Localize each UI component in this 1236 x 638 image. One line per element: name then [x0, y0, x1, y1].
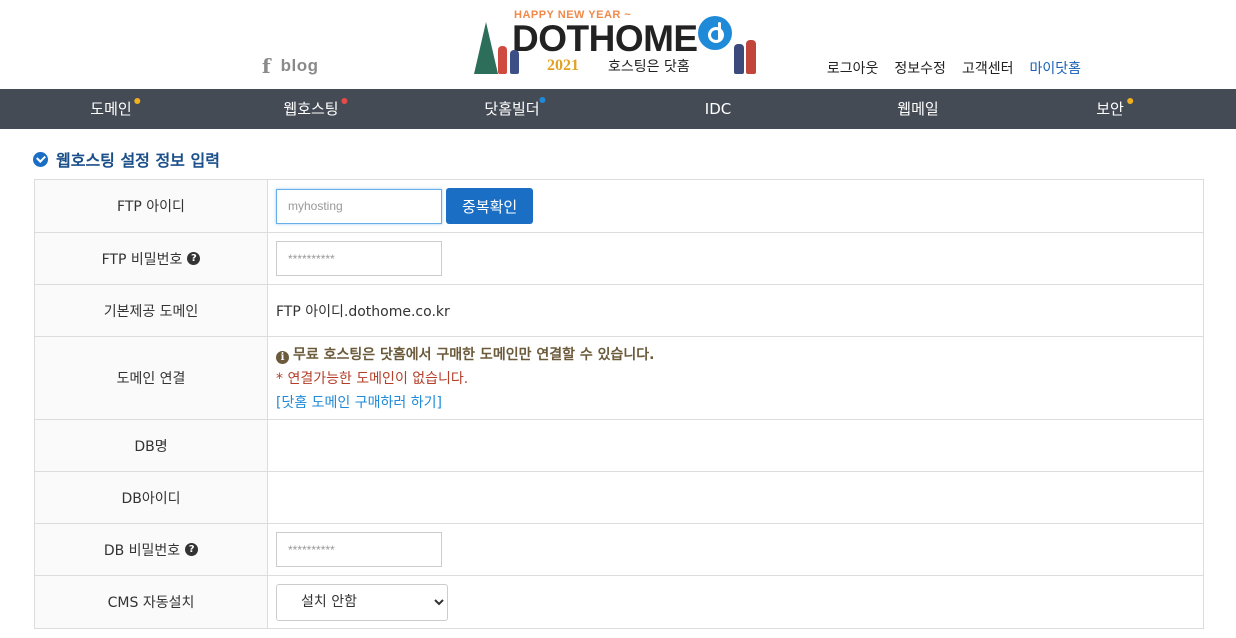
- form-row-db-password: DB 비밀번호 ?: [35, 524, 1203, 576]
- help-question-icon[interactable]: ?: [187, 252, 201, 265]
- nav-item-domain[interactable]: 도메인: [90, 89, 141, 129]
- ftp-password-input[interactable]: [276, 241, 442, 276]
- nav-item-webhosting[interactable]: 웹호스팅: [283, 89, 348, 129]
- db-name-label: DB명: [35, 420, 268, 471]
- nav-item-label: 보안: [1096, 100, 1124, 118]
- nav-item-label: 웹호스팅: [283, 100, 339, 118]
- help-question-icon[interactable]: ?: [185, 543, 199, 556]
- people-illustration-icon: [732, 36, 762, 76]
- new-dot-icon: [1126, 98, 1133, 104]
- site-header: f blog HAPPY NEW YEAR ~ DOTHOME 2021 호스팅…: [0, 0, 1236, 89]
- main-nav: 도메인 웹호스팅 닷홈빌더 IDC 웹메일 보안: [0, 89, 1236, 129]
- logo-year: 2021: [547, 57, 579, 74]
- section-heading: 웹호스팅 설정 정보 입력: [33, 147, 220, 171]
- ftp-id-label: FTP 아이디: [35, 180, 268, 232]
- form-row-cms: CMS 자동설치 설치 안함: [35, 576, 1203, 629]
- form-row-domain-connect: 도메인 연결 i 무료 호스팅은 닷홈에서 구매한 도메인만 연결할 수 있습니다…: [35, 337, 1203, 420]
- cms-label: CMS 자동설치: [35, 576, 268, 628]
- ftp-id-field-cell: 중복확인: [268, 180, 1203, 232]
- social-links: f blog: [262, 56, 319, 76]
- logout-link[interactable]: 로그아웃: [827, 58, 879, 78]
- logo-brand: DOTHOME: [512, 18, 698, 59]
- nav-item-security[interactable]: 보안: [1096, 89, 1133, 129]
- cms-select[interactable]: 설치 안함: [276, 583, 448, 621]
- db-name-value: [268, 420, 1203, 471]
- db-password-field-cell: [268, 524, 1203, 575]
- form-row-ftp-id: FTP 아이디 중복확인: [35, 180, 1203, 233]
- blog-link[interactable]: blog: [281, 56, 319, 76]
- account-links: 로그아웃 정보수정 고객센터 마이닷홈: [827, 58, 1081, 78]
- cms-field-cell: 설치 안함: [268, 576, 1203, 628]
- form-row-default-domain: 기본제공 도메인 FTP 아이디.dothome.co.kr: [35, 285, 1203, 337]
- domain-notice: i 무료 호스팅은 닷홈에서 구매한 도메인만 연결할 수 있습니다.: [276, 344, 654, 364]
- db-password-input[interactable]: [276, 532, 442, 567]
- new-dot-icon: [341, 98, 348, 104]
- logo-tagline: 호스팅은 닷홈: [608, 59, 690, 75]
- hosting-settings-form: FTP 아이디 중복확인 FTP 비밀번호 ? 기본제공 도메인 FTP 아이디…: [34, 179, 1204, 629]
- page-title: 웹호스팅 설정 정보 입력: [56, 151, 220, 170]
- site-logo[interactable]: HAPPY NEW YEAR ~ DOTHOME 2021 호스팅은 닷홈: [470, 8, 766, 80]
- nav-item-label: 도메인: [90, 100, 132, 118]
- ftp-password-field-cell: [268, 233, 1203, 284]
- info-icon: i: [276, 351, 289, 364]
- nav-item-label: 닷홈빌더: [484, 100, 540, 118]
- nav-item-idc[interactable]: IDC: [705, 89, 731, 129]
- customer-center-link[interactable]: 고객센터: [962, 58, 1014, 78]
- form-row-ftp-password: FTP 비밀번호 ?: [35, 233, 1203, 285]
- check-circle-icon: [33, 151, 48, 167]
- people-illustration-icon: [496, 44, 526, 76]
- domain-connect-label: 도메인 연결: [35, 337, 268, 419]
- nav-item-label: 웹메일: [897, 100, 939, 118]
- duplicate-check-button[interactable]: 중복확인: [446, 188, 534, 224]
- db-password-label: DB 비밀번호 ?: [35, 524, 268, 575]
- db-id-label: DB아이디: [35, 472, 268, 523]
- edit-profile-link[interactable]: 정보수정: [894, 58, 946, 78]
- nav-item-webmail[interactable]: 웹메일: [897, 89, 938, 129]
- db-id-value: [268, 472, 1203, 523]
- facebook-icon[interactable]: f: [262, 56, 271, 76]
- default-domain-value: FTP 아이디.dothome.co.kr: [276, 303, 450, 320]
- buy-domain-link[interactable]: [닷홈 도메인 구매하러 하기]: [276, 392, 654, 412]
- nav-item-label: IDC: [704, 100, 732, 118]
- domain-warning: * 연결가능한 도메인이 없습니다.: [276, 371, 469, 387]
- ftp-id-input[interactable]: [276, 188, 442, 224]
- my-dothome-link[interactable]: 마이닷홈: [1029, 58, 1081, 78]
- ftp-password-label: FTP 비밀번호 ?: [35, 233, 268, 284]
- logo-d-icon: [698, 16, 732, 50]
- form-row-db-id: DB아이디: [35, 472, 1203, 524]
- nav-item-builder[interactable]: 닷홈빌더: [484, 89, 546, 129]
- form-row-db-name: DB명: [35, 420, 1203, 472]
- domain-connect-field-cell: i 무료 호스팅은 닷홈에서 구매한 도메인만 연결할 수 있습니다. * 연결가…: [268, 337, 1203, 419]
- new-dot-icon: [134, 98, 141, 104]
- default-domain-label: 기본제공 도메인: [35, 285, 268, 336]
- christmas-tree-icon: [474, 22, 498, 74]
- new-dot-icon: [539, 97, 546, 103]
